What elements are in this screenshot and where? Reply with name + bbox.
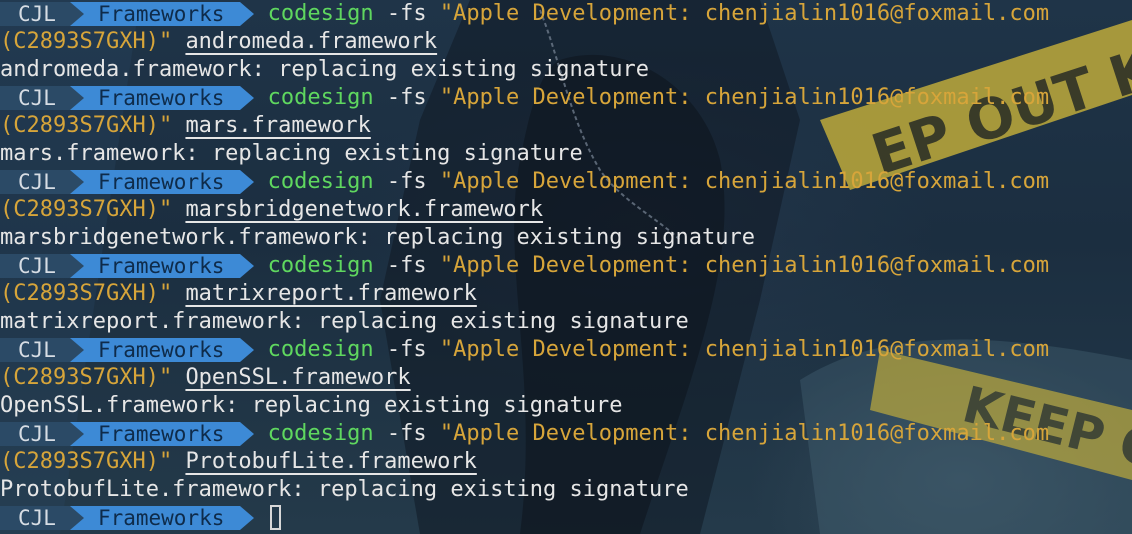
output-line: marsbridgenetwork.framework: replacing e… bbox=[0, 224, 1132, 252]
output-line: ProtobufLite.framework: replacing existi… bbox=[0, 476, 1132, 504]
prompt-end-arrow bbox=[240, 2, 255, 26]
prompt-directory: Frameworks bbox=[83, 422, 241, 446]
shell-prompt: CJL Frameworks bbox=[0, 506, 255, 530]
target-path[interactable]: ProtobufLite.framework bbox=[185, 449, 476, 474]
command-name: codesign bbox=[267, 1, 374, 26]
shell-prompt: CJL Frameworks bbox=[0, 86, 255, 110]
terminal-output[interactable]: CJL Frameworks codesign -fs "Apple Develo… bbox=[0, 0, 1132, 532]
prompt-end-arrow bbox=[240, 338, 255, 362]
command-flags: -fs bbox=[373, 421, 440, 446]
command-line: CJL Frameworks codesign -fs "Apple Develo… bbox=[0, 252, 1132, 280]
shell-prompt: CJL Frameworks bbox=[0, 2, 255, 26]
prompt-end-arrow bbox=[240, 86, 255, 110]
command-line-continued: (C2893S7GXH)" ProtobufLite.framework bbox=[0, 448, 1132, 476]
command-output: mars.framework: replacing existing signa… bbox=[0, 141, 583, 166]
shell-prompt: CJL Frameworks bbox=[0, 338, 255, 362]
command-output: matrixreport.framework: replacing existi… bbox=[0, 309, 689, 334]
prompt-separator-arrow bbox=[69, 2, 84, 26]
command-line: CJL Frameworks codesign -fs "Apple Develo… bbox=[0, 0, 1132, 28]
prompt-user: CJL bbox=[0, 170, 70, 194]
prompt-separator-arrow bbox=[69, 170, 84, 194]
command-line: CJL Frameworks codesign -fs "Apple Develo… bbox=[0, 168, 1132, 196]
target-path[interactable]: OpenSSL.framework bbox=[185, 365, 410, 390]
command-line-continued: (C2893S7GXH)" marsbridgenetwork.framewor… bbox=[0, 196, 1132, 224]
identity-string-end: (C2893S7GXH)" bbox=[0, 281, 173, 306]
command-flags: -fs bbox=[373, 253, 440, 278]
output-line: andromeda.framework: replacing existing … bbox=[0, 56, 1132, 84]
prompt-directory: Frameworks bbox=[83, 86, 241, 110]
command-name: codesign bbox=[267, 421, 374, 446]
output-line: matrixreport.framework: replacing existi… bbox=[0, 308, 1132, 336]
output-line: mars.framework: replacing existing signa… bbox=[0, 140, 1132, 168]
shell-prompt: CJL Frameworks bbox=[0, 254, 255, 278]
prompt-directory: Frameworks bbox=[83, 506, 241, 530]
command-line-continued: (C2893S7GXH)" andromeda.framework bbox=[0, 28, 1132, 56]
text-cursor[interactable] bbox=[269, 505, 281, 530]
prompt-user: CJL bbox=[0, 338, 70, 362]
command-line: CJL Frameworks codesign -fs "Apple Develo… bbox=[0, 420, 1132, 448]
command-name: codesign bbox=[267, 253, 374, 278]
terminal-window[interactable]: EP OUT KE KEEP O CJL Frameworks codesign … bbox=[0, 0, 1132, 534]
prompt-user: CJL bbox=[0, 2, 70, 26]
prompt-directory: Frameworks bbox=[83, 2, 241, 26]
command-output: andromeda.framework: replacing existing … bbox=[0, 57, 650, 82]
shell-prompt: CJL Frameworks bbox=[0, 170, 255, 194]
prompt-separator-arrow bbox=[69, 338, 84, 362]
prompt-directory: Frameworks bbox=[83, 170, 241, 194]
command-output: OpenSSL.framework: replacing existing si… bbox=[0, 393, 623, 418]
command-name: codesign bbox=[267, 85, 374, 110]
identity-string-end: (C2893S7GXH)" bbox=[0, 365, 173, 390]
identity-string-end: (C2893S7GXH)" bbox=[0, 29, 173, 54]
command-flags: -fs bbox=[373, 1, 440, 26]
command-flags: -fs bbox=[373, 85, 440, 110]
command-line: CJL Frameworks codesign -fs "Apple Develo… bbox=[0, 336, 1132, 364]
identity-string-end: (C2893S7GXH)" bbox=[0, 197, 173, 222]
target-path[interactable]: andromeda.framework bbox=[185, 29, 437, 54]
output-line: OpenSSL.framework: replacing existing si… bbox=[0, 392, 1132, 420]
prompt-directory: Frameworks bbox=[83, 254, 241, 278]
identity-string-end: (C2893S7GXH)" bbox=[0, 449, 173, 474]
command-flags: -fs bbox=[373, 337, 440, 362]
shell-prompt: CJL Frameworks bbox=[0, 422, 255, 446]
prompt-end-arrow bbox=[240, 506, 255, 530]
prompt-user: CJL bbox=[0, 506, 70, 530]
prompt-end-arrow bbox=[240, 422, 255, 446]
command-output: ProtobufLite.framework: replacing existi… bbox=[0, 477, 689, 502]
command-line-continued: (C2893S7GXH)" mars.framework bbox=[0, 112, 1132, 140]
command-flags: -fs bbox=[373, 169, 440, 194]
identity-string: "Apple Development: chenjialin1016@foxma… bbox=[439, 337, 1050, 362]
command-line: CJL Frameworks codesign -fs "Apple Develo… bbox=[0, 84, 1132, 112]
command-line-continued: (C2893S7GXH)" OpenSSL.framework bbox=[0, 364, 1132, 392]
prompt-user: CJL bbox=[0, 422, 70, 446]
prompt-directory: Frameworks bbox=[83, 338, 241, 362]
identity-string: "Apple Development: chenjialin1016@foxma… bbox=[439, 169, 1050, 194]
prompt-separator-arrow bbox=[69, 254, 84, 278]
prompt-separator-arrow bbox=[69, 422, 84, 446]
prompt-end-arrow bbox=[240, 170, 255, 194]
command-name: codesign bbox=[267, 337, 374, 362]
target-path[interactable]: marsbridgenetwork.framework bbox=[185, 197, 543, 222]
identity-string: "Apple Development: chenjialin1016@foxma… bbox=[439, 85, 1050, 110]
command-line: CJL Frameworks bbox=[0, 504, 1132, 532]
target-path[interactable]: mars.framework bbox=[185, 113, 370, 138]
command-output: marsbridgenetwork.framework: replacing e… bbox=[0, 225, 755, 250]
prompt-end-arrow bbox=[240, 254, 255, 278]
identity-string: "Apple Development: chenjialin1016@foxma… bbox=[439, 1, 1050, 26]
command-line-continued: (C2893S7GXH)" matrixreport.framework bbox=[0, 280, 1132, 308]
prompt-separator-arrow bbox=[69, 86, 84, 110]
command-name: codesign bbox=[267, 169, 374, 194]
identity-string-end: (C2893S7GXH)" bbox=[0, 113, 173, 138]
identity-string: "Apple Development: chenjialin1016@foxma… bbox=[439, 253, 1050, 278]
prompt-user: CJL bbox=[0, 254, 70, 278]
prompt-separator-arrow bbox=[69, 506, 84, 530]
prompt-user: CJL bbox=[0, 86, 70, 110]
target-path[interactable]: matrixreport.framework bbox=[185, 281, 476, 306]
identity-string: "Apple Development: chenjialin1016@foxma… bbox=[439, 421, 1050, 446]
